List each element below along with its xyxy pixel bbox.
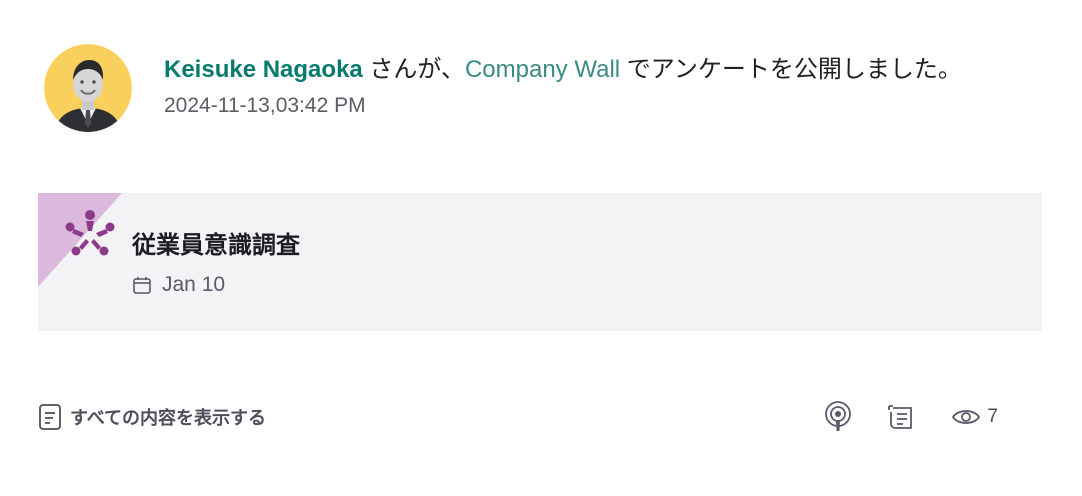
show-all-button[interactable]: すべての内容を表示する xyxy=(38,403,266,431)
post-footer: すべての内容を表示する 7 xyxy=(38,400,998,434)
survey-title: 従業員意識調査 xyxy=(132,232,300,259)
newspaper-icon xyxy=(888,405,913,429)
post-actions: 7 xyxy=(789,401,998,433)
post-headline: Keisuke Nagaoka さんが、Company Wall でアンケートを… xyxy=(164,52,962,88)
honorific-text: さんが、 xyxy=(362,56,465,83)
podcast-button[interactable] xyxy=(823,401,853,433)
team-people-icon xyxy=(62,209,118,264)
avatar[interactable] xyxy=(44,44,132,132)
view-count: 7 xyxy=(987,406,998,427)
document-icon xyxy=(39,404,61,430)
survey-date: Jan 10 xyxy=(132,273,225,297)
author-link[interactable]: Keisuke Nagaoka xyxy=(164,56,363,83)
avatar-photo xyxy=(44,44,132,132)
show-all-label: すべての内容を表示する xyxy=(70,408,267,428)
calendar-icon xyxy=(133,277,151,294)
survey-date-text: Jan 10 xyxy=(162,273,226,296)
post-header-text: Keisuke Nagaoka さんが、Company Wall でアンケートを… xyxy=(164,44,962,120)
company-wall-link[interactable]: Company Wall xyxy=(465,56,620,83)
feed-post: Keisuke Nagaoka さんが、Company Wall でアンケートを… xyxy=(0,0,1082,496)
action-text: でアンケートを公開しました。 xyxy=(620,56,962,83)
post-timestamp: 2024-11-13,03:42 PM xyxy=(164,94,366,117)
post-header: Keisuke Nagaoka さんが、Company Wall でアンケートを… xyxy=(44,44,962,132)
survey-card[interactable]: 従業員意識調査 Jan 10 xyxy=(38,193,1042,331)
newsfeed-button[interactable] xyxy=(887,402,917,432)
eye-icon xyxy=(952,410,981,424)
views-counter[interactable]: 7 xyxy=(951,406,998,428)
podcast-icon xyxy=(825,401,852,431)
